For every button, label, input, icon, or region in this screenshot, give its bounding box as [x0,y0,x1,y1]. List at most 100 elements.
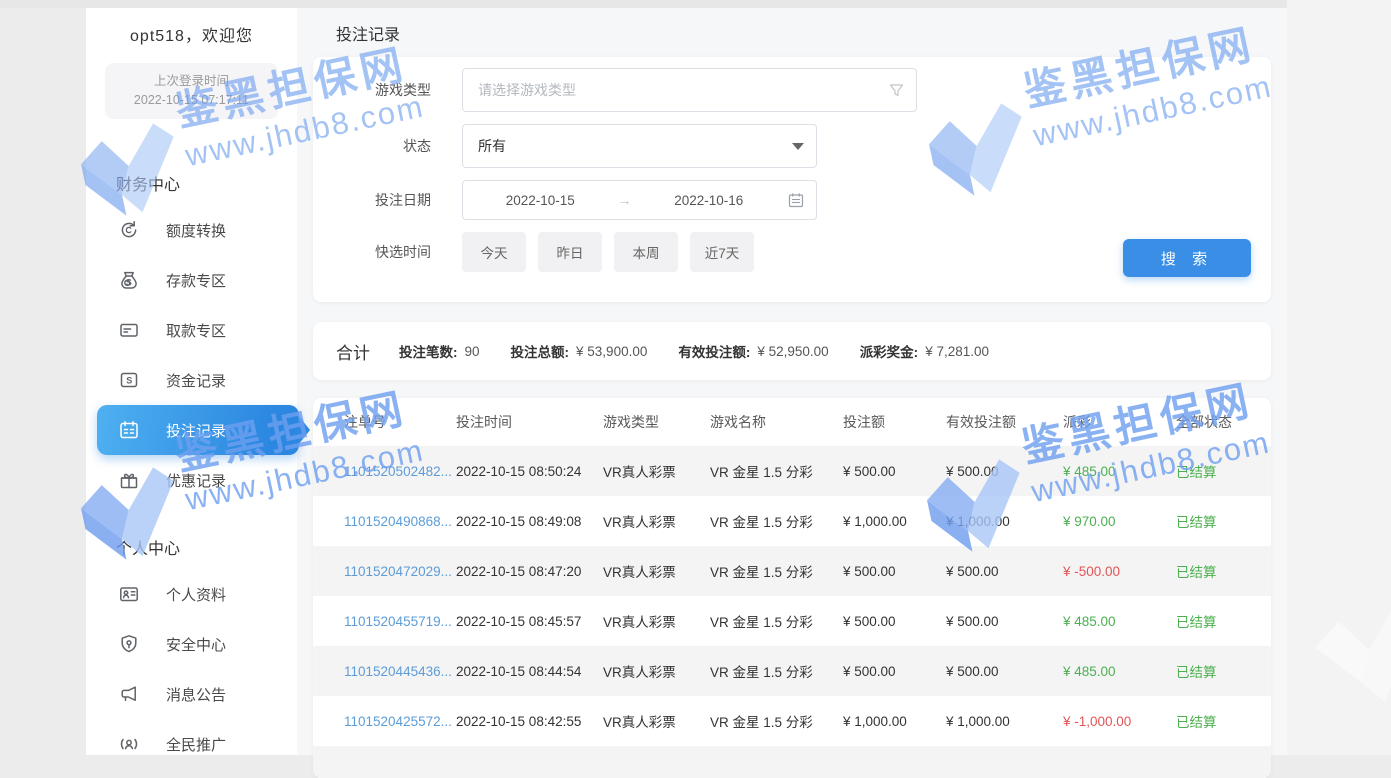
bet-date-label: 投注日期 [343,190,431,210]
summary-panel: 合计 投注笔数: 90 投注总额: ¥ 53,900.00 有效投注额: ¥ 5… [313,322,1271,380]
sidebar-item-deposit[interactable]: S 存款专区 [86,255,297,305]
transfer-icon [118,219,140,241]
col-payout: 派彩 [1063,412,1176,432]
sidebar-item-withdraw[interactable]: 取款专区 [86,305,297,355]
summary-valid-bet-total: 有效投注额: ¥ 52,950.00 [678,341,828,361]
status-badge: 已结算 [1176,561,1271,581]
section-title-finance: 财务中心 [116,171,297,195]
date-range-arrow-icon: → [618,192,632,208]
sidebar-item-label: 额度转换 [166,220,226,241]
status-badge: 已结算 [1176,661,1271,681]
status-select-value: 所有 [478,136,506,156]
profile-icon [118,583,140,605]
col-order-no: 注单号 [344,412,456,432]
filter-panel: 游戏类型 状态 所有 投注日期 2022-10-15 → 2022-10-16 … [313,57,1271,302]
summary-total-label: 合计 [336,339,370,364]
payout-value: ¥ 485.00 [1063,614,1176,629]
promo-record-icon [118,469,140,491]
page-title: 投注记录 [336,21,400,45]
quick-yesterday-button[interactable]: 昨日 [538,232,602,272]
table-row: 1101520425572... 2022-10-15 08:42:55 VR真… [313,696,1271,746]
table-row: 1101520490868... 2022-10-15 08:49:08 VR真… [313,496,1271,546]
sidebar-item-label: 优惠记录 [166,470,226,491]
bet-record-icon [118,419,140,441]
sidebar-item-bet-records[interactable]: 投注记录 [97,405,299,455]
summary-payout-total: 派彩奖金: ¥ 7,281.00 [860,341,989,361]
col-bet-amount: 投注额 [843,412,946,432]
calendar-icon [788,192,804,208]
payout-value: ¥ 485.00 [1063,464,1176,479]
game-type-label: 游戏类型 [343,80,431,100]
table-row: 1101520502482... 2022-10-15 08:50:24 VR真… [313,446,1271,496]
table-row: 1101520445436... 2022-10-15 08:44:54 VR真… [313,646,1271,696]
game-type-input[interactable] [478,82,882,98]
order-no-link[interactable]: 1101520490868... [344,514,456,529]
date-start-value[interactable]: 2022-10-15 [463,193,618,208]
table-body: 1101520502482... 2022-10-15 08:50:24 VR真… [313,446,1271,778]
sidebar-item-label: 取款专区 [166,320,226,341]
announcement-icon [118,683,140,705]
sidebar-item-label: 个人资料 [166,584,226,605]
table-row: 1101520455719... 2022-10-15 08:45:57 VR真… [313,596,1271,646]
last-login-box: 上次登录时间 2022-10-15 07:17:11 [105,63,278,119]
last-login-label: 上次登录时间 [109,72,274,91]
status-select[interactable]: 所有 [462,124,817,168]
promotion-icon [118,733,140,755]
status-badge: 已结算 [1176,711,1271,731]
status-badge: 已结算 [1176,511,1271,531]
col-bet-time: 投注时间 [456,412,603,432]
security-icon [118,633,140,655]
sidebar-item-label: 投注记录 [166,420,226,441]
bet-records-table: 注单号 投注时间 游戏类型 游戏名称 投注额 有效投注额 派彩 全部状态 110… [313,398,1271,778]
welcome-text: opt518，欢迎您 [86,8,297,46]
payout-value: ¥ 485.00 [1063,664,1176,679]
payout-value: ¥ -1,000.00 [1063,714,1176,729]
sidebar-item-label: 全民推广 [166,734,226,755]
sidebar-item-label: 存款专区 [166,270,226,291]
funds-record-icon: S [118,369,140,391]
order-no-link[interactable]: 1101520425572... [344,714,456,729]
status-label: 状态 [343,136,431,156]
summary-bet-count: 投注笔数: 90 [399,341,480,361]
sidebar-item-label: 安全中心 [166,634,226,655]
date-end-value[interactable]: 2022-10-16 [632,193,787,208]
table-row-partial [313,746,1271,778]
sidebar-item-security[interactable]: 安全中心 [86,619,297,669]
filter-funnel-icon [889,83,904,98]
col-game-name: 游戏名称 [710,412,843,432]
order-no-link[interactable]: 1101520502482... [344,464,456,479]
svg-text:S: S [126,278,132,288]
sidebar-item-label: 消息公告 [166,684,226,705]
col-game-type: 游戏类型 [603,412,710,432]
game-type-select[interactable] [462,68,917,112]
quick-last-7-days-button[interactable]: 近7天 [690,232,754,272]
chevron-down-icon [792,143,804,150]
col-status: 全部状态 [1176,412,1271,432]
payout-value: ¥ -500.00 [1063,564,1176,579]
sidebar: opt518，欢迎您 上次登录时间 2022-10-15 07:17:11 财务… [86,8,297,755]
date-range-picker[interactable]: 2022-10-15 → 2022-10-16 [462,180,817,220]
sidebar-item-promo-record[interactable]: 优惠记录 [86,455,297,505]
quick-today-button[interactable]: 今天 [462,232,526,272]
order-no-link[interactable]: 1101520472029... [344,564,456,579]
page-top-strip [0,0,1391,8]
section-title-personal: 个人中心 [116,535,297,559]
withdraw-icon [118,319,140,341]
table-header-row: 注单号 投注时间 游戏类型 游戏名称 投注额 有效投注额 派彩 全部状态 [313,398,1271,446]
svg-text:S: S [126,376,132,386]
sidebar-item-funds-record[interactable]: S 资金记录 [86,355,297,405]
last-login-time: 2022-10-15 07:17:11 [109,91,274,110]
search-button[interactable]: 搜 索 [1123,239,1251,277]
sidebar-item-profile[interactable]: 个人资料 [86,569,297,619]
order-no-link[interactable]: 1101520445436... [344,664,456,679]
order-no-link[interactable]: 1101520455719... [344,614,456,629]
sidebar-item-label: 资金记录 [166,370,226,391]
sidebar-item-credit-transfer[interactable]: 额度转换 [86,205,297,255]
sidebar-item-announcements[interactable]: 消息公告 [86,669,297,719]
quick-this-week-button[interactable]: 本周 [614,232,678,272]
sidebar-item-referral[interactable]: 全民推广 [86,719,297,769]
quick-time-label: 快选时间 [343,242,431,262]
deposit-icon: S [118,269,140,291]
summary-bet-total: 投注总额: ¥ 53,900.00 [511,341,648,361]
status-badge: 已结算 [1176,611,1271,631]
